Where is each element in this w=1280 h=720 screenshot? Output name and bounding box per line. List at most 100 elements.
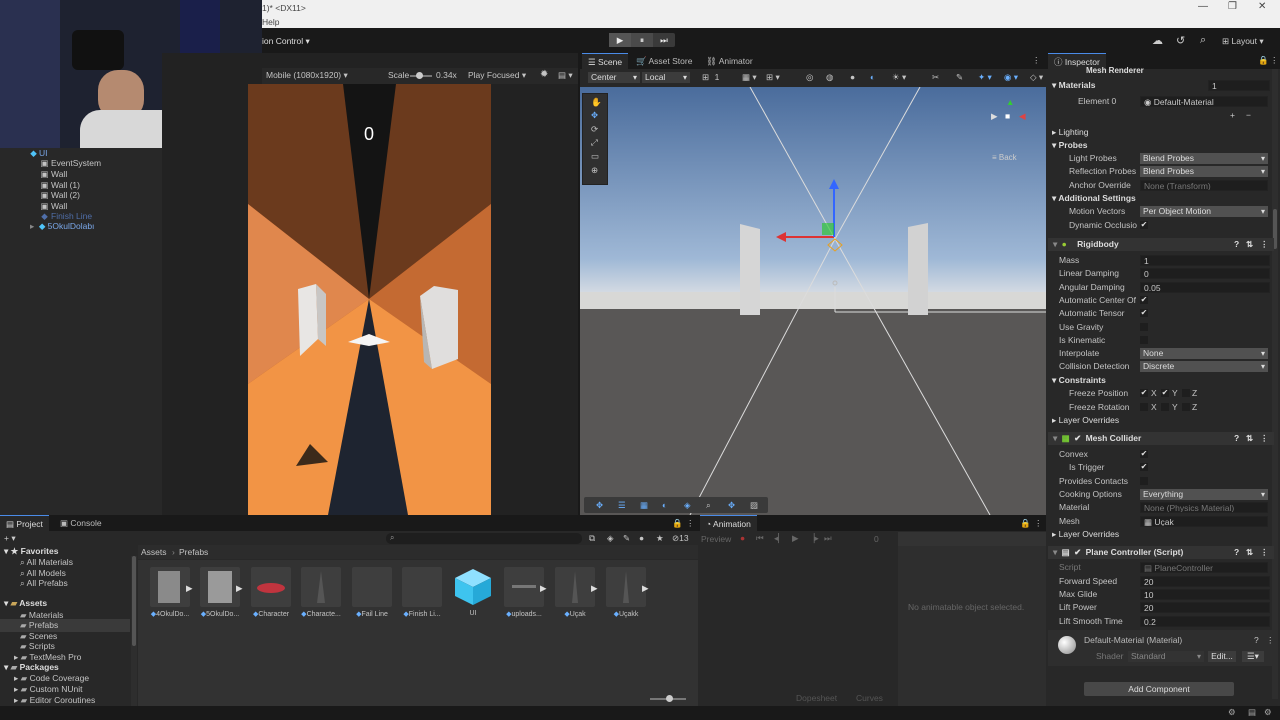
use-gravity-checkbox[interactable] — [1140, 323, 1148, 331]
hidden-count[interactable]: ⊘13 — [672, 533, 689, 544]
collider-layer-overrides[interactable]: ▸ Layer Overrides — [1052, 528, 1119, 541]
lock-icon[interactable]: 🔒 — [672, 518, 683, 529]
materials-count[interactable]: 1 — [1208, 80, 1270, 91]
component-menu-icon[interactable]: ⋮ — [1266, 635, 1275, 646]
breadcrumb-prefabs[interactable]: Prefabs — [179, 547, 208, 557]
hand-tool-icon[interactable]: ✋ — [591, 97, 602, 108]
prefab-thumb-fail-line[interactable] — [352, 567, 392, 607]
layers-icon[interactable]: ◈ — [684, 500, 691, 511]
freeze-rot-z-checkbox[interactable] — [1182, 403, 1190, 411]
frame-field[interactable]: 0 — [874, 534, 879, 544]
element-0-field[interactable]: ◉ Default-Material — [1140, 96, 1268, 107]
provides-contacts-checkbox[interactable] — [1140, 477, 1148, 485]
pan-icon[interactable]: ✥ — [728, 500, 735, 511]
pause-button[interactable]: ⏸ — [631, 33, 653, 47]
cloud-icon[interactable]: ☁ — [1152, 34, 1163, 47]
prev-key-icon[interactable]: ◂▏ — [774, 533, 785, 544]
reflection-probes-dropdown[interactable]: Blend Probes — [1140, 166, 1268, 177]
tab-project[interactable]: ▤ Project — [0, 515, 49, 531]
progress-icon[interactable]: ⚙ — [1228, 707, 1236, 718]
shading-icon[interactable]: ◍ — [826, 72, 833, 83]
linear-damping-field[interactable]: 0 — [1140, 268, 1270, 279]
expand-icon[interactable]: ▶ — [540, 583, 547, 594]
step-button[interactable]: ⏭ — [653, 33, 675, 47]
collision-detection-dropdown[interactable]: Discrete — [1140, 361, 1268, 372]
probes-section[interactable]: ▾ Probes — [1052, 139, 1087, 152]
grid-icon[interactable]: ▦ — [640, 500, 648, 511]
transform-tool-icon[interactable]: ⊕ — [591, 165, 598, 176]
shader-dropdown[interactable]: Standard — [1128, 651, 1204, 662]
space-dropdown[interactable]: Local — [642, 72, 690, 83]
dopesheet-button[interactable]: Dopesheet — [796, 693, 837, 703]
snap-settings-icon[interactable]: ▦ ▾ — [742, 72, 757, 83]
sphere-shaded-icon[interactable]: ● — [850, 72, 855, 82]
animation-menu-icon[interactable]: ⋮ — [1034, 518, 1043, 529]
interpolate-dropdown[interactable]: None — [1140, 348, 1268, 359]
help-icon[interactable]: ? — [1234, 546, 1239, 559]
tab-scene[interactable]: ☰ Scene — [582, 53, 629, 69]
tree-scrollbar[interactable] — [131, 556, 137, 706]
is-trigger-checkbox[interactable]: ✔ — [1140, 463, 1148, 471]
gizmo-gear-icon[interactable]: ✹ — [540, 69, 548, 80]
scale-tool-icon[interactable]: ⤢ — [591, 137, 598, 148]
auto-center-checkbox[interactable]: ✔ — [1140, 296, 1148, 304]
mass-field[interactable]: 1 — [1140, 255, 1270, 266]
freeze-pos-x-checkbox[interactable]: ✔ — [1140, 389, 1148, 397]
lock-icon[interactable]: 🔒 — [1258, 55, 1269, 66]
materials-section[interactable]: ▾ Materials — [1052, 79, 1096, 92]
search-icon[interactable]: ⌕ — [1200, 34, 1206, 47]
additional-settings-section[interactable]: ▾ Additional Settings — [1052, 192, 1136, 205]
lift-power-field[interactable]: 20 — [1140, 602, 1270, 613]
grid-toggle-icon[interactable]: ⊞ ▾ — [766, 72, 780, 83]
scale-slider[interactable] — [410, 72, 432, 79]
prefab-thumb-character[interactable] — [251, 567, 291, 607]
add-element-button[interactable]: + — [1230, 110, 1235, 120]
prefab-thumb-4okuldolabi[interactable] — [150, 567, 190, 607]
menu-help[interactable]: Help — [262, 17, 279, 27]
plane-controller-enabled-checkbox[interactable]: ✔ — [1074, 547, 1081, 557]
favorites-item[interactable]: ⌕ All Prefabs — [20, 577, 68, 590]
settings-icon[interactable]: ⚙ — [1264, 707, 1272, 718]
resolution-dropdown[interactable]: Mobile (1080x1920) ▾ — [266, 70, 348, 81]
forward-speed-field[interactable]: 20 — [1140, 576, 1270, 587]
angular-damping-field[interactable]: 0.05 — [1140, 282, 1270, 293]
lighting-section[interactable]: ▸ Lighting — [1052, 126, 1088, 139]
help-icon[interactable]: ? — [1234, 238, 1239, 251]
component-menu-icon[interactable]: ⋮ — [1260, 238, 1269, 251]
lighting-toggle-icon[interactable]: ☀ ▾ — [892, 72, 906, 83]
shader-menu-icon[interactable]: ☰▾ — [1242, 651, 1264, 662]
history-icon[interactable]: ↺ — [1176, 34, 1185, 47]
layout-dropdown[interactable]: ⊞ Layout ▾ — [1222, 36, 1264, 47]
next-key-icon[interactable]: ▕▸ — [808, 533, 819, 544]
thumbnail-size-slider[interactable] — [650, 695, 686, 702]
cooking-options-dropdown[interactable]: Everything — [1140, 489, 1268, 500]
prefab-thumb-characte[interactable] — [301, 567, 341, 607]
snap-value[interactable]: 1 — [708, 72, 726, 82]
audio-mute-icon[interactable]: ✂ — [932, 72, 939, 83]
version-control-dropdown[interactable]: ion Control ▾ — [262, 36, 310, 47]
lift-smooth-time-field[interactable]: 0.2 — [1140, 616, 1270, 627]
inspector-menu-icon[interactable]: ⋮ — [1270, 55, 1279, 66]
component-menu-icon[interactable]: ⋮ — [1260, 546, 1269, 559]
tab-animation[interactable]: ◔ Animation — [700, 515, 757, 531]
filter-type-icon[interactable]: ⧉ — [589, 533, 595, 544]
presets-icon[interactable]: ⇅ — [1246, 546, 1253, 559]
physics-material-field[interactable]: None (Physics Material) — [1140, 502, 1268, 513]
orientation-gizmo[interactable]: ▲ ◀ ▶ ■ — [988, 95, 1034, 145]
component-menu-icon[interactable]: ⋮ — [1260, 432, 1269, 445]
move-icon[interactable]: ✥ — [596, 500, 603, 511]
orbit-icon[interactable]: ◐ — [662, 500, 667, 510]
stats-menu-icon[interactable]: ▤ ▾ — [558, 70, 573, 81]
prefab-thumb-finish-line[interactable] — [402, 567, 442, 607]
curves-button[interactable]: Curves — [856, 693, 883, 703]
anchor-override-field[interactable]: None (Transform) — [1140, 180, 1268, 191]
align-icon[interactable]: ☰ — [618, 500, 626, 511]
rigidbody-layer-overrides[interactable]: ▸ Layer Overrides — [1052, 414, 1119, 427]
freeze-rot-x-checkbox[interactable] — [1140, 403, 1148, 411]
play-anim-icon[interactable]: ▶ — [792, 533, 799, 544]
close-button[interactable]: ✕ — [1258, 1, 1266, 12]
constraints-section[interactable]: ▾ Constraints — [1052, 374, 1106, 387]
remove-element-button[interactable]: − — [1246, 110, 1251, 120]
tab-console[interactable]: ▣ Console — [54, 515, 108, 531]
render-mode-icon[interactable]: ◐ — [870, 72, 875, 82]
